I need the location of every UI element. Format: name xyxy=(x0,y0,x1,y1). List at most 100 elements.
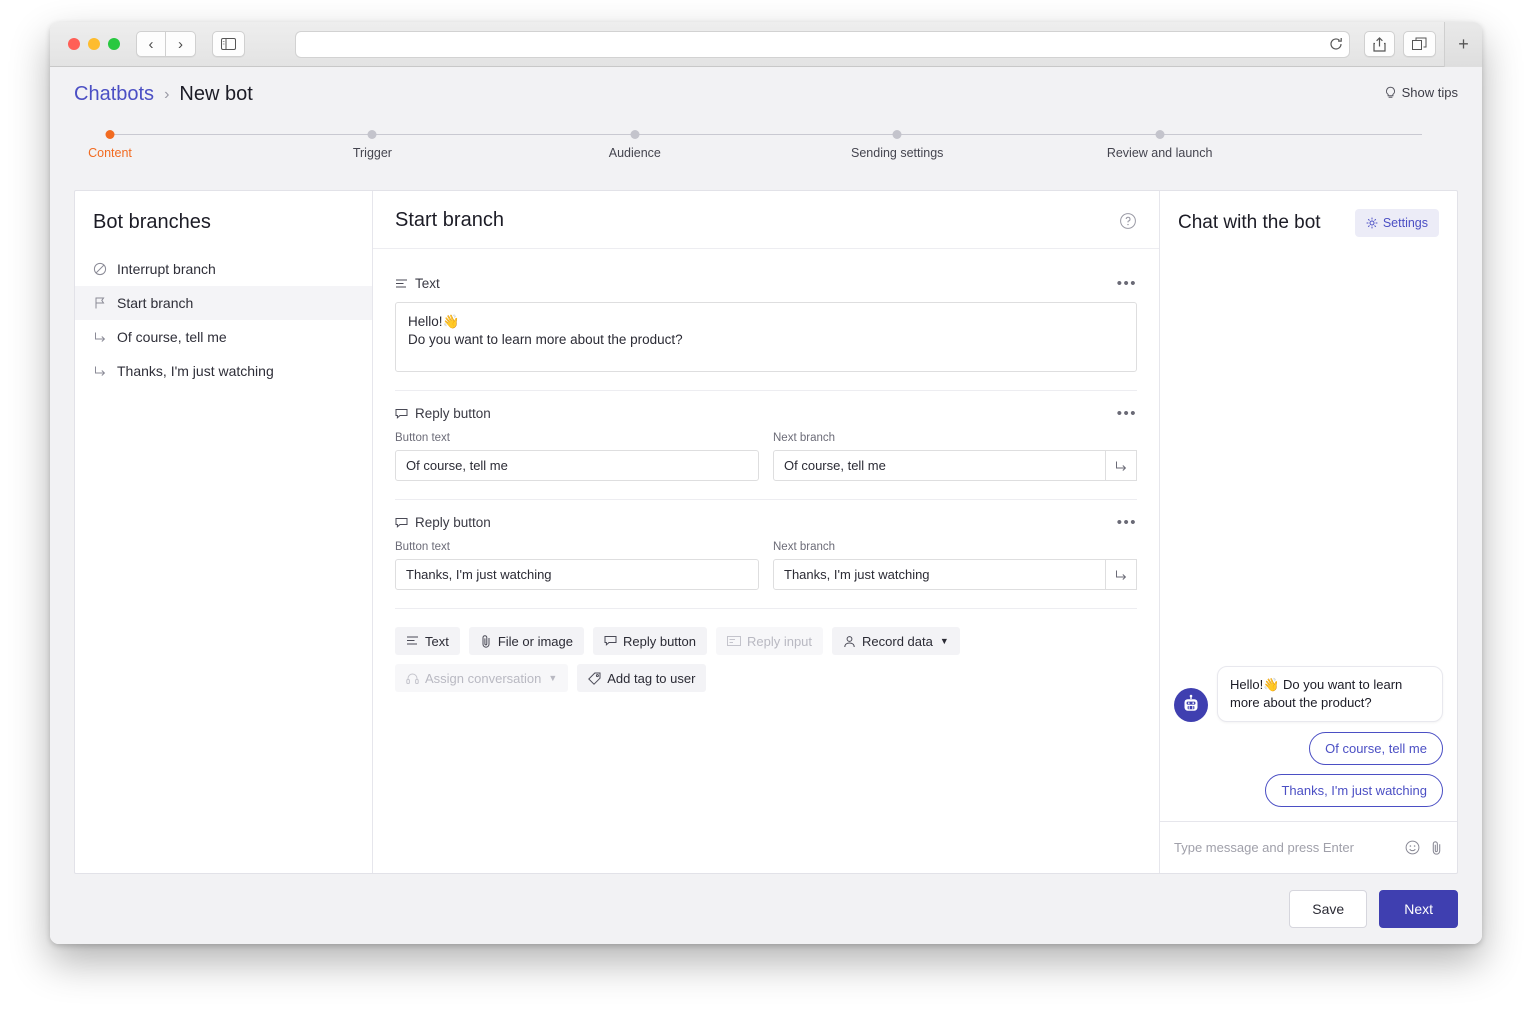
reply-button-header: Reply button ••• xyxy=(395,510,1137,541)
tool-label: Reply input xyxy=(746,633,813,649)
show-tips-label: Show tips xyxy=(1401,85,1458,100)
branch-editor-header: Start branch xyxy=(373,191,1159,249)
add-tag-to-user-button[interactable]: Add tag to user xyxy=(577,664,707,692)
text-block-textarea[interactable]: Hello!👋 Do you want to learn more about … xyxy=(395,302,1137,372)
go-to-branch-button[interactable] xyxy=(1106,450,1137,481)
browser-actions xyxy=(1364,31,1436,57)
step-connector xyxy=(110,134,373,135)
robot-avatar-icon xyxy=(1174,688,1208,722)
chat-reply-option[interactable]: Thanks, I'm just watching xyxy=(1265,774,1443,807)
step-marker xyxy=(105,130,115,139)
save-button[interactable]: Save xyxy=(1289,890,1368,928)
tool-label: Record data xyxy=(862,633,933,649)
breadcrumb: Chatbots › New bot xyxy=(74,83,1458,106)
show-tips-button[interactable]: Show tips xyxy=(1384,85,1458,100)
chat-settings-button[interactable]: Settings xyxy=(1354,209,1439,237)
help-circle-icon[interactable] xyxy=(1119,212,1137,230)
sidebar-item-start-branch[interactable]: Start branch xyxy=(75,286,372,320)
reply-button-block-2: Reply button ••• Button text Thanks, I'm… xyxy=(395,500,1137,609)
arrow-turn-icon xyxy=(93,330,107,344)
block-type-label: Reply button xyxy=(415,515,491,530)
chat-input-bar[interactable]: Type message and press Enter xyxy=(1160,821,1457,873)
tool-label: Assign conversation xyxy=(425,670,542,686)
add-file-or-image-button[interactable]: File or image xyxy=(468,627,584,655)
sidebar-title: Bot branches xyxy=(93,211,211,233)
sidebar-item-thanks-im-just-watching[interactable]: Thanks, I'm just watching xyxy=(75,354,372,388)
button-text-label: Button text xyxy=(395,432,450,444)
main-content: Bot branches Interrupt branch Start bran… xyxy=(74,190,1458,874)
tool-label: Reply button xyxy=(622,633,696,649)
tool-label: Text xyxy=(425,633,449,649)
reply-button-header: Reply button ••• xyxy=(395,401,1137,432)
add-reply-input-button: Reply input xyxy=(715,627,824,655)
button-text-field-group: Button text Of course, tell me xyxy=(395,432,759,481)
flag-icon xyxy=(93,296,107,310)
chat-settings-label: Settings xyxy=(1382,216,1428,230)
next-button[interactable]: Next xyxy=(1379,890,1458,928)
next-branch-input[interactable]: Of course, tell me xyxy=(773,450,1106,481)
block-type-label: Reply button xyxy=(415,406,491,421)
step-label: Review and launch xyxy=(1106,146,1213,160)
record-data-button[interactable]: Record data ▼ xyxy=(832,627,960,655)
chat-preview-panel: Chat with the bot Settings Hello!👋 Do yo… xyxy=(1159,191,1457,873)
tool-label: File or image xyxy=(497,633,573,649)
app-header: Chatbots › New bot Show tips xyxy=(50,67,1482,106)
minimize-window-button[interactable] xyxy=(88,38,100,50)
text-block-menu-button[interactable]: ••• xyxy=(1117,275,1137,292)
text-block-header: Text ••• xyxy=(395,271,1137,302)
chevron-down-icon: ▼ xyxy=(939,636,949,646)
tool-label: Add tag to user xyxy=(607,670,696,686)
window-controls[interactable] xyxy=(68,38,120,50)
step-marker xyxy=(630,130,640,139)
button-text-input-wrap: Of course, tell me xyxy=(395,450,759,481)
button-text-input-wrap: Thanks, I'm just watching xyxy=(395,559,759,590)
address-bar[interactable] xyxy=(295,30,1350,58)
chat-reply-option[interactable]: Of course, tell me xyxy=(1309,732,1443,765)
step-label: Sending settings xyxy=(851,146,944,160)
gear-icon xyxy=(1366,217,1378,229)
close-window-button[interactable] xyxy=(68,38,80,50)
sidebar-item-interrupt-branch[interactable]: Interrupt branch xyxy=(75,252,372,286)
branch-blocks: Text ••• Hello!👋 Do you want to learn mo… xyxy=(373,249,1159,873)
step-connector xyxy=(897,134,1160,135)
breadcrumb-chatbots-link[interactable]: Chatbots xyxy=(74,83,154,106)
reply-button-menu-button[interactable]: ••• xyxy=(1117,514,1137,531)
back-button[interactable]: ‹ xyxy=(136,31,166,57)
browser-titlebar: ‹ › + xyxy=(50,22,1482,67)
navigation-buttons: ‹ › xyxy=(136,31,196,57)
paperclip-icon[interactable] xyxy=(1430,840,1443,855)
branch-title: Start branch xyxy=(395,209,504,231)
step-marker xyxy=(1155,130,1165,139)
reply-button-fields: Button text Thanks, I'm just watching Ne… xyxy=(395,541,1137,590)
smiley-icon[interactable] xyxy=(1405,840,1420,855)
share-icon[interactable] xyxy=(1364,31,1395,57)
reply-button-title: Reply button xyxy=(395,406,491,421)
next-branch-input-wrap: Of course, tell me xyxy=(773,450,1137,481)
maximize-window-button[interactable] xyxy=(108,38,120,50)
tab-overview-icon[interactable] xyxy=(1403,31,1436,57)
sidebar-item-label: Of course, tell me xyxy=(117,329,227,345)
reply-button-menu-button[interactable]: ••• xyxy=(1117,405,1137,422)
chat-message-input[interactable]: Type message and press Enter xyxy=(1174,840,1395,855)
button-text-input[interactable]: Of course, tell me xyxy=(395,450,759,481)
arrow-turn-icon xyxy=(93,364,107,378)
reload-icon[interactable] xyxy=(1329,37,1343,51)
button-text-input[interactable]: Thanks, I'm just watching xyxy=(395,559,759,590)
forward-button[interactable]: › xyxy=(166,31,196,57)
next-branch-input[interactable]: Thanks, I'm just watching xyxy=(773,559,1106,590)
reply-bubble-icon xyxy=(395,408,408,420)
button-text-field-group: Button text Thanks, I'm just watching xyxy=(395,541,759,590)
go-to-branch-button[interactable] xyxy=(1106,559,1137,590)
add-text-button[interactable]: Text xyxy=(395,627,460,655)
sidebar-toggle-icon[interactable] xyxy=(212,31,245,57)
app-container: Chatbots › New bot Show tips Content Tri… xyxy=(50,67,1482,944)
next-branch-label: Next branch xyxy=(773,541,836,553)
step-label: Trigger xyxy=(352,146,392,160)
step-marker xyxy=(892,130,902,139)
bot-message-bubble: Hello!👋 Do you want to learn more about … xyxy=(1217,665,1443,722)
sidebar-item-of-course-tell-me[interactable]: Of course, tell me xyxy=(75,320,372,354)
add-reply-button-button[interactable]: Reply button xyxy=(592,627,707,655)
input-field-icon xyxy=(726,635,741,647)
step-label: Audience xyxy=(608,146,661,160)
new-tab-button[interactable]: + xyxy=(1444,22,1482,67)
